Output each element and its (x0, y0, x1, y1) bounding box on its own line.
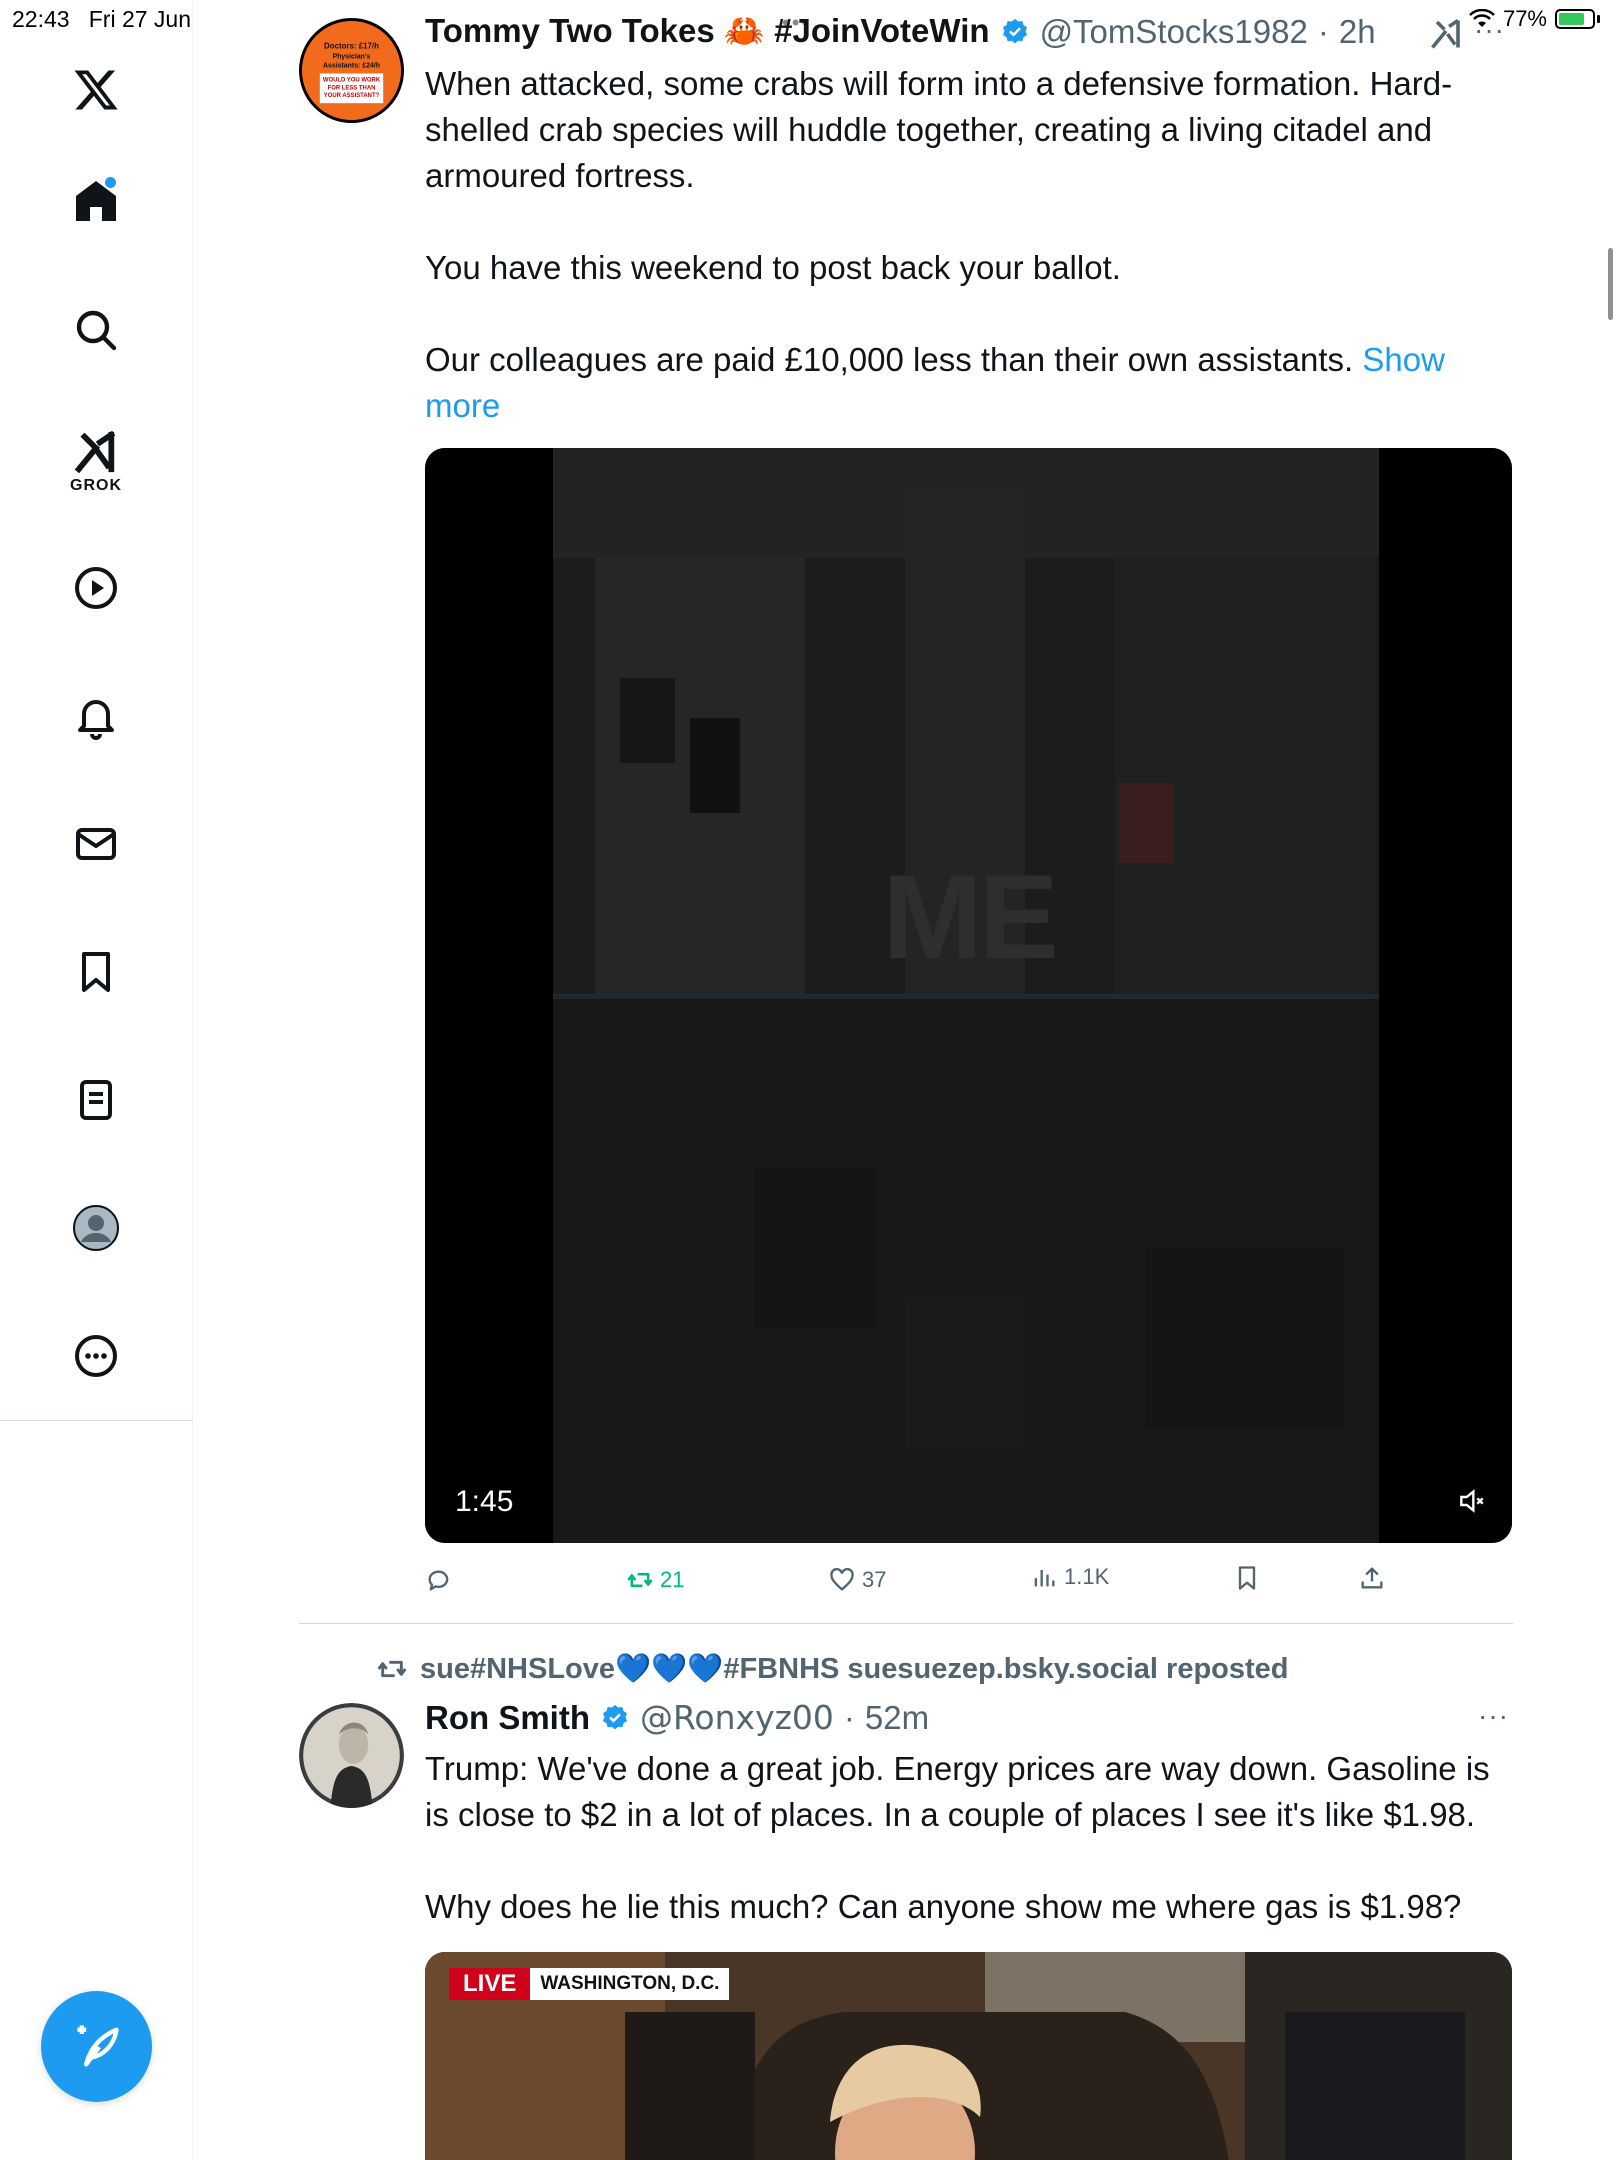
nav-video[interactable] (62, 554, 130, 622)
video-duration: 1:45 (455, 1485, 514, 1518)
tweet2-separator: · (843, 1698, 855, 1736)
muted-speaker-icon[interactable] (1456, 1485, 1488, 1517)
notification-dot (105, 177, 116, 188)
bookmark-outline-icon (1238, 1566, 1256, 1590)
repost-icon (627, 1572, 653, 1588)
compose-button[interactable] (41, 1991, 152, 2102)
share-upload-icon (1361, 1567, 1383, 1589)
reply-icon (428, 1570, 449, 1591)
compose-feather-icon (77, 2024, 119, 2066)
verified-badge-icon (1000, 17, 1030, 47)
repost-count: 21 (660, 1567, 685, 1592)
x-logo-icon[interactable] (62, 56, 130, 124)
tweet2-text-p2: Why does he lie this much? Can anyone sh… (425, 1888, 1462, 1925)
reposted-by-line[interactable]: sue#NHSLove💙💙💙#FBNHS suesuezep.bsky.soci… (376, 1652, 1289, 1686)
grok-icon (74, 430, 116, 474)
views-chart-icon (1034, 1570, 1055, 1587)
live-badge: LIVE (449, 1968, 531, 2000)
grok-actions-icon[interactable] (1426, 16, 1466, 52)
tweet1-avatar-image: Doctors: £17/h Physician's Assistants: £… (302, 21, 401, 120)
nav-messages[interactable] (62, 810, 130, 878)
avatar-icon (73, 1205, 119, 1251)
nav-bookmarks[interactable] (62, 938, 130, 1006)
tweet1-handle[interactable]: @TomStocks1982 (1040, 13, 1308, 51)
svg-text:Physician's: Physician's (333, 54, 371, 61)
tweet1-more-icon[interactable]: ··· (1474, 14, 1505, 46)
reply-button[interactable] (425, 1566, 459, 1594)
tweet1-header: Tommy Two Tokes 🦀 #JoinVoteWin @TomStock… (425, 12, 1376, 51)
tweet-divider (299, 1623, 1513, 1624)
views-button[interactable]: 1.1K (1030, 1563, 1109, 1591)
list-icon (80, 1080, 112, 1120)
repost-button[interactable]: 21 (626, 1566, 684, 1594)
svg-text:Doctors: £17/h: Doctors: £17/h (324, 42, 379, 51)
bell-icon (78, 700, 114, 740)
grok-label: GROK (70, 477, 122, 494)
share-button[interactable] (1358, 1564, 1386, 1592)
tweet1-time[interactable]: 2h (1339, 13, 1376, 51)
tweet1-video[interactable]: ME 1:45 (425, 448, 1512, 1543)
heart-icon (830, 1567, 854, 1591)
tweet2-time[interactable]: 52m (865, 1699, 929, 1737)
tweet1-text: When attacked, some crabs will form into… (425, 61, 1515, 199)
news-chyron: LIVE WASHINGTON, D.C. (449, 1968, 730, 2000)
tweet2-display-name[interactable]: Ron Smith (425, 1699, 590, 1737)
bookmark-icon (82, 952, 110, 992)
nav-search[interactable] (62, 296, 130, 364)
svg-text:WOULD YOU WORK: WOULD YOU WORK (323, 77, 381, 83)
svg-text:FOR LESS THAN: FOR LESS THAN (328, 85, 376, 91)
tweet2-handle[interactable]: @Ronxyz00 (640, 1698, 834, 1737)
battery-icon (1555, 9, 1600, 29)
video-overlay-text: ME (882, 850, 1059, 984)
view-count: 1.1K (1064, 1564, 1110, 1589)
tweet1-text-p2: You have this weekend to post back your … (425, 249, 1121, 286)
nav-lists[interactable] (62, 1066, 130, 1134)
sidebar-divider (0, 1420, 193, 1421)
tweet1-separator: · (1317, 12, 1329, 50)
tweet2-text-p1: Trump: We've done a great job. Energy pr… (425, 1750, 1499, 1833)
reposted-by-text: sue#NHSLove💙💙💙#FBNHS suesuezep.bsky.soci… (420, 1653, 1289, 1685)
tweet2-avatar-image (299, 1703, 404, 1808)
battery-percent: 77% (1502, 6, 1547, 31)
tweet2-media[interactable]: LIVE WASHINGTON, D.C. (425, 1952, 1512, 2160)
more-circle-icon (75, 1335, 117, 1377)
nav-home[interactable] (62, 167, 130, 235)
like-count: 37 (862, 1567, 887, 1592)
search-icon (76, 310, 117, 351)
envelope-icon (76, 828, 116, 860)
bookmark-button[interactable] (1233, 1564, 1261, 1592)
svg-text:YOUR ASSISTANT?: YOUR ASSISTANT? (324, 93, 380, 99)
tweet2-avatar[interactable] (299, 1703, 404, 1808)
nav-profile[interactable] (62, 1194, 130, 1262)
tweet1-text-block3: Our colleagues are paid £10,000 less tha… (425, 337, 1505, 429)
verified-badge-icon (600, 1703, 630, 1733)
tweet2-header: Ron Smith @Ronxyz00 · 52m (425, 1698, 929, 1737)
tweet1-text-p1: When attacked, some crabs will form into… (425, 65, 1453, 194)
like-button[interactable]: 37 (828, 1566, 886, 1594)
nav-grok[interactable]: GROK (62, 420, 130, 504)
scroll-indicator[interactable] (1608, 248, 1613, 320)
tweet1-display-name[interactable]: Tommy Two Tokes 🦀 #JoinVoteWin (425, 12, 990, 51)
video-frame (425, 448, 1512, 1543)
repost-small-icon (377, 1660, 407, 1678)
nav-notifications[interactable] (62, 682, 130, 750)
tweet1-text-p3: Our colleagues are paid £10,000 less tha… (425, 341, 1354, 378)
tweet1-avatar[interactable]: Doctors: £17/h Physician's Assistants: £… (299, 18, 404, 123)
tweet2-more-icon[interactable]: ··· (1478, 1700, 1509, 1732)
play-icon (75, 567, 117, 609)
location-label: WASHINGTON, D.C. (540, 1973, 720, 1994)
sidebar: GROK (0, 0, 193, 2160)
svg-text:Assistants: £24/h: Assistants: £24/h (323, 63, 380, 70)
nav-more[interactable] (62, 1322, 130, 1390)
